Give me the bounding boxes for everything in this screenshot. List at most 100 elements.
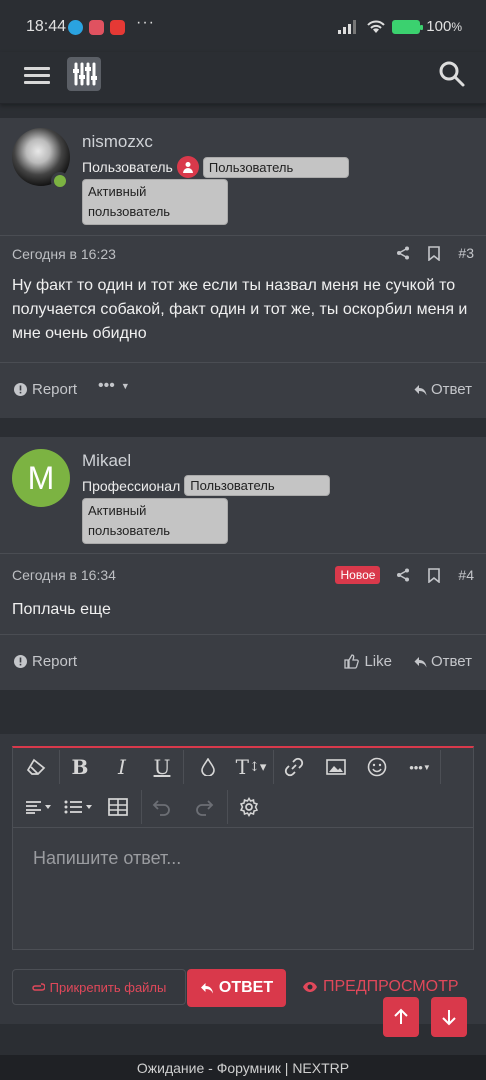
eraser-icon[interactable]	[21, 752, 51, 782]
reply-label: Ответ	[430, 653, 472, 670]
telegram-icon	[68, 20, 83, 35]
reply-label: Ответ	[430, 381, 472, 398]
user-role: Профессионал	[82, 477, 181, 494]
user-badge: Пользователь	[184, 475, 331, 496]
preview-label: ПРЕДПРОСМОТР	[323, 978, 459, 995]
post-date[interactable]: Сегодня в 16:23	[12, 246, 116, 262]
reply-button[interactable]: Ответ	[414, 381, 472, 398]
align-icon[interactable]	[19, 792, 59, 822]
link-icon[interactable]	[279, 752, 309, 782]
list-icon[interactable]	[61, 792, 97, 822]
reply-icon	[200, 983, 213, 994]
attach-files-label: Прикрепить файлы	[49, 979, 167, 995]
post-username[interactable]: Mikael	[82, 451, 131, 471]
paperclip-icon	[31, 983, 45, 991]
user-role-icon	[176, 156, 199, 178]
report-label: Report	[32, 381, 78, 398]
user-role: Пользователь	[82, 159, 173, 175]
user-extra-badge: Активный пользователь	[82, 179, 228, 225]
post-username[interactable]: nismozxc	[82, 132, 153, 152]
post-actions: Report ••• ▼ Ответ	[0, 362, 486, 418]
font-size-icon[interactable]: T ↕▾	[231, 752, 271, 782]
new-badge: Новое	[335, 566, 381, 584]
equalizer-logo-icon	[73, 62, 97, 86]
post-meta: Сегодня в 16:34 Новое #4	[0, 554, 486, 592]
color-drop-icon[interactable]	[193, 752, 223, 782]
app-notification-icon	[89, 20, 104, 35]
thumbs-up-icon	[344, 654, 360, 669]
status-bar: 18:44 ··· 100%	[0, 0, 486, 52]
user-role-line: Пользователь Пользователь	[82, 156, 349, 178]
avatar-letter: M	[27, 459, 55, 496]
attach-files-button[interactable]: Прикрепить файлы	[12, 969, 186, 1005]
user-badge: Пользователь	[202, 156, 349, 178]
reply-input[interactable]: Напишите ответ...	[33, 848, 181, 869]
online-indicator-icon	[51, 172, 69, 190]
post-date[interactable]: Сегодня в 16:34	[12, 567, 116, 583]
report-icon	[14, 383, 27, 396]
report-button[interactable]: Report	[14, 381, 77, 398]
italic-icon[interactable]: I	[107, 752, 137, 782]
more-notifications-icon: ···	[136, 14, 155, 31]
more-options-button[interactable]: ••• ▼	[98, 377, 130, 395]
submit-reply-label: ОТВЕТ	[218, 979, 274, 996]
avatar[interactable]: M	[12, 449, 70, 507]
battery-icon	[392, 19, 424, 34]
post-meta: Сегодня в 16:23 #3	[0, 236, 486, 272]
table-icon[interactable]	[103, 792, 133, 822]
browser-tab-title: Ожидание - Форумник | NEXTRP	[0, 1055, 486, 1080]
submit-reply-button[interactable]: ОТВЕТ	[187, 969, 286, 1007]
preview-button[interactable]: ПРЕДПРОСМОТР	[302, 978, 459, 996]
share-icon[interactable]	[396, 568, 410, 582]
report-button[interactable]: Report	[14, 653, 77, 670]
emoji-icon[interactable]	[362, 752, 392, 782]
arrow-up-icon	[394, 1008, 408, 1024]
reply-icon	[414, 384, 427, 395]
hamburger-icon[interactable]	[24, 63, 50, 89]
post-content: Поплачь еще	[12, 601, 111, 618]
reply-button[interactable]: Ответ	[414, 653, 472, 670]
post-content: Ну факт то один и тот же если ты назвал …	[12, 277, 468, 342]
app-header	[0, 52, 486, 104]
wifi-icon	[367, 20, 386, 33]
reply-icon	[414, 656, 427, 667]
report-icon	[14, 655, 27, 668]
eye-icon	[303, 982, 317, 992]
share-icon[interactable]	[396, 246, 410, 260]
chevron-down-icon: ▼	[120, 381, 130, 391]
post-number[interactable]: #3	[458, 245, 474, 261]
post-4: M Mikael Профессионал Пользователь Актив…	[0, 437, 486, 690]
site-logo[interactable]	[67, 57, 101, 91]
bookmark-icon[interactable]	[428, 245, 441, 261]
arrow-down-icon	[442, 1010, 456, 1026]
report-label: Report	[32, 653, 78, 670]
gear-icon[interactable]	[234, 792, 264, 822]
underline-icon[interactable]: U	[147, 752, 177, 782]
bookmark-icon[interactable]	[428, 567, 441, 583]
post-author-block: M Mikael Профессионал Пользователь Актив…	[0, 437, 486, 554]
user-role-line: Профессионал Пользователь	[82, 475, 331, 496]
scroll-up-button[interactable]	[383, 997, 419, 1037]
more-dots-icon: •••	[98, 377, 115, 394]
rich-text-editor: B I U T ↕▾ ••• ▼ Напишите ответ...	[12, 746, 474, 950]
editor-toolbar: B I U T ↕▾ ••• ▼	[13, 748, 473, 828]
like-button[interactable]: Like	[344, 653, 392, 670]
youtube-icon	[110, 20, 125, 35]
user-extra-badge: Активный пользователь	[82, 498, 228, 544]
image-icon[interactable]	[321, 752, 351, 782]
like-label: Like	[364, 653, 392, 670]
post-actions: Report Like Ответ	[0, 634, 486, 690]
post-author-block: nismozxc Пользователь Пользователь Актив…	[0, 118, 486, 236]
post-number[interactable]: #4	[458, 567, 474, 583]
more-tools-icon[interactable]: ••• ▼	[403, 752, 437, 782]
undo-icon[interactable]	[147, 792, 177, 822]
search-icon[interactable]	[438, 60, 466, 88]
bold-icon[interactable]: B	[65, 752, 95, 782]
status-time: 18:44	[26, 18, 67, 35]
status-right: 100%	[338, 18, 462, 35]
battery-level: 100%	[426, 18, 462, 35]
scroll-down-button[interactable]	[431, 997, 467, 1037]
post-3: nismozxc Пользователь Пользователь Актив…	[0, 118, 486, 418]
redo-icon[interactable]	[189, 792, 219, 822]
signal-icon	[338, 19, 357, 34]
